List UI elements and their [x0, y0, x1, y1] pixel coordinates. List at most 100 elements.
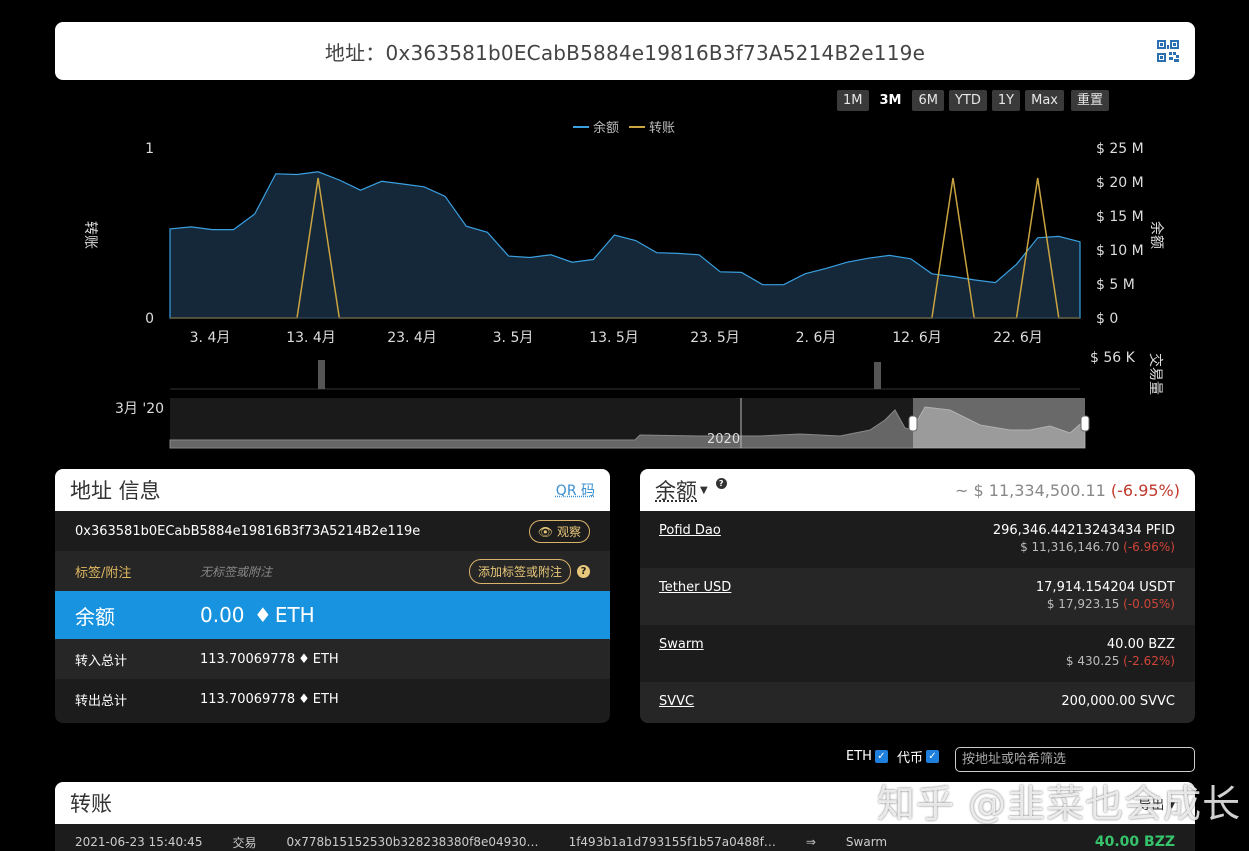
- right-axis-title: 余额: [1148, 221, 1164, 249]
- transfer-hash[interactable]: 0x778b15152530b328238380f8e04930…: [286, 835, 538, 849]
- total-balance-value: ~ $ 11,334,500.11: [955, 480, 1106, 500]
- token-name-link[interactable]: Swarm: [659, 637, 704, 652]
- token-amount: 17,914.154204 USDT: [1035, 580, 1175, 595]
- token-name-link[interactable]: Tether USD: [659, 580, 731, 595]
- volume-bar: [318, 360, 325, 389]
- x-tick-label: 12. 6月: [892, 330, 942, 346]
- transfers-panel: 转账 导出 ▾ 2021-06-23 15:40:45 交易 0x778b151…: [55, 782, 1195, 851]
- left-y-tick-label: 1: [145, 141, 154, 157]
- token-row: SVVC 200,000.00 SVVC: [640, 682, 1195, 723]
- eth-filter-label: ETH: [846, 749, 872, 764]
- address-info-panel: 地址 信息 QR 码 0x363581b0ECabB5884e19816B3f7…: [55, 469, 610, 723]
- watch-label: 观察: [556, 524, 581, 539]
- right-y-tick-label: $ 5 M: [1096, 277, 1135, 293]
- balance-unit: ETH: [274, 603, 315, 627]
- transfer-counterparty[interactable]: 1f493b1a1d793155f1b57a0488f…: [569, 835, 776, 849]
- tag-placeholder: 无标签或附注: [200, 564, 273, 579]
- token-filter-checkbox[interactable]: ✓: [925, 750, 939, 763]
- balance-label: 余额: [75, 604, 115, 629]
- right-y-tick-label: $ 25 M: [1096, 141, 1144, 157]
- x-tick-label: 22. 6月: [993, 330, 1043, 346]
- volume-bar: [874, 362, 881, 389]
- token-row: Pofid Dao 296,346.44213243434 PFID $ 11,…: [640, 511, 1195, 568]
- navigator-selection: [913, 398, 1085, 448]
- x-tick-label: 2. 6月: [796, 330, 837, 346]
- dropdown-caret-icon[interactable]: ▼: [700, 485, 708, 496]
- qr-code-link[interactable]: QR 码: [556, 480, 595, 500]
- balance-value: 0.00 ♦ ETH: [200, 603, 315, 627]
- token-values: 296,346.44213243434 PFID $ 11,316,146.70…: [993, 523, 1175, 554]
- token-balance-header: 余额 ▼ ? ~ $ 11,334,500.11 (-6.95%): [640, 469, 1195, 511]
- x-tick-label: 3. 5月: [493, 330, 534, 346]
- total-balance-change: (-6.95%): [1110, 480, 1180, 500]
- token-change: (-2.62%): [1123, 654, 1175, 668]
- help-icon[interactable]: ?: [577, 564, 590, 578]
- received-amount: 113.70069778: [200, 651, 296, 667]
- address-hash-filter-input[interactable]: 按地址或哈希筛选: [955, 747, 1195, 772]
- transfer-amount: 40.00 BZZ: [1094, 834, 1175, 850]
- eth-filter-checkbox[interactable]: ✓: [874, 750, 888, 763]
- token-name-link[interactable]: SVVC: [659, 694, 694, 709]
- token-amount: 296,346.44213243434 PFID: [992, 523, 1175, 538]
- balance-row: 余额 0.00 ♦ ETH: [55, 591, 610, 639]
- received-unit: ETH: [312, 651, 339, 667]
- x-tick-label: 23. 4月: [387, 330, 437, 346]
- total-balance: ~ $ 11,334,500.11 (-6.95%): [955, 481, 1180, 500]
- token-change: (-0.05%): [1123, 597, 1175, 611]
- transfer-type: 交易: [232, 835, 257, 850]
- sent-unit: ETH: [312, 691, 339, 707]
- received-row: 转入总计 113.70069778 ♦ ETH: [55, 639, 610, 679]
- transfer-filter: ETH ✓ 代币 ✓: [846, 747, 945, 766]
- transfer-token[interactable]: Swarm: [846, 835, 887, 849]
- token-row: Swarm 40.00 BZZ $ 430.25 (-2.62%): [640, 625, 1195, 682]
- x-tick-label: 23. 5月: [690, 330, 740, 346]
- sent-label: 转出总计: [75, 693, 128, 709]
- navigator-left-handle: [908, 415, 918, 432]
- token-change: (-6.96%): [1123, 540, 1175, 554]
- token-name-link[interactable]: Pofid Dao: [659, 523, 721, 538]
- transfer-row[interactable]: 2021-06-23 15:40:45 交易 0x778b15152530b32…: [55, 824, 1195, 851]
- right-y-tick-label: $ 0: [1096, 311, 1118, 327]
- add-tag-button[interactable]: 添加标签或附注: [468, 558, 571, 584]
- token-usd-value: $ 430.25: [1065, 654, 1120, 668]
- received-label: 转入总计: [75, 653, 128, 669]
- navigator-year-label: 2020: [707, 432, 740, 447]
- token-usd-value: $ 11,316,146.70: [1020, 540, 1120, 554]
- sent-amount: 113.70069778: [200, 691, 296, 707]
- transfer-time: 2021-06-23 15:40:45: [75, 835, 203, 849]
- address-row: 0x363581b0ECabB5884e19816B3f73A5214B2e11…: [55, 511, 610, 551]
- x-tick-label: 13. 4月: [286, 330, 336, 346]
- watch-button[interactable]: 👁 观察: [528, 519, 590, 543]
- eth-icon: ♦: [253, 603, 272, 627]
- eth-icon: ♦: [298, 691, 310, 707]
- token-amount: 40.00 BZZ: [1106, 637, 1175, 652]
- tag-label: 标签/附注: [75, 565, 132, 581]
- token-values: 40.00 BZZ $ 430.25 (-2.62%): [1066, 637, 1175, 668]
- export-button[interactable]: 导出 ▾: [1138, 794, 1175, 813]
- volume-axis-title: 交易量: [1147, 353, 1163, 395]
- transfers-header: 转账 导出 ▾: [55, 782, 1195, 824]
- left-axis-title: 转账: [82, 221, 98, 249]
- question-icon[interactable]: ?: [715, 477, 727, 489]
- x-tick-label: 13. 5月: [589, 330, 639, 346]
- tag-row: 标签/附注 无标签或附注 添加标签或附注 ?: [55, 551, 610, 591]
- token-filter-label: 代币: [896, 751, 923, 766]
- navigator-start-label: 3月 '20: [115, 401, 164, 417]
- balance-amount: 0.00: [200, 603, 245, 627]
- eth-icon: ♦: [298, 651, 310, 667]
- address-info-title: 地址 信息: [70, 479, 161, 503]
- right-y-tick-label: $ 15 M: [1096, 209, 1144, 225]
- token-amount: 200,000.00 SVVC: [1061, 694, 1175, 709]
- balance-chart[interactable]: 3. 4月 13. 4月 23. 4月 3. 5月 13. 5月 23. 5月 2. 6月 1…: [0, 0, 1249, 460]
- transfers-title: 转账: [70, 792, 112, 816]
- transfer-arrow-icon: ⇒: [805, 835, 816, 849]
- token-values: 200,000.00 SVVC: [1061, 694, 1175, 709]
- token-row: Tether USD 17,914.154204 USDT $ 17,923.1…: [640, 568, 1195, 625]
- address-info-header: 地址 信息 QR 码: [55, 469, 610, 511]
- x-tick-label: 3. 4月: [190, 330, 231, 346]
- token-usd: $ 430.25 (-2.62%): [1066, 654, 1175, 668]
- token-balance-panel: 余额 ▼ ? ~ $ 11,334,500.11 (-6.95%) Pofid …: [640, 469, 1195, 723]
- navigator-right-handle: [1080, 415, 1090, 432]
- sent-row: 转出总计 113.70069778 ♦ ETH: [55, 679, 610, 719]
- token-balance-title[interactable]: 余额: [655, 475, 697, 505]
